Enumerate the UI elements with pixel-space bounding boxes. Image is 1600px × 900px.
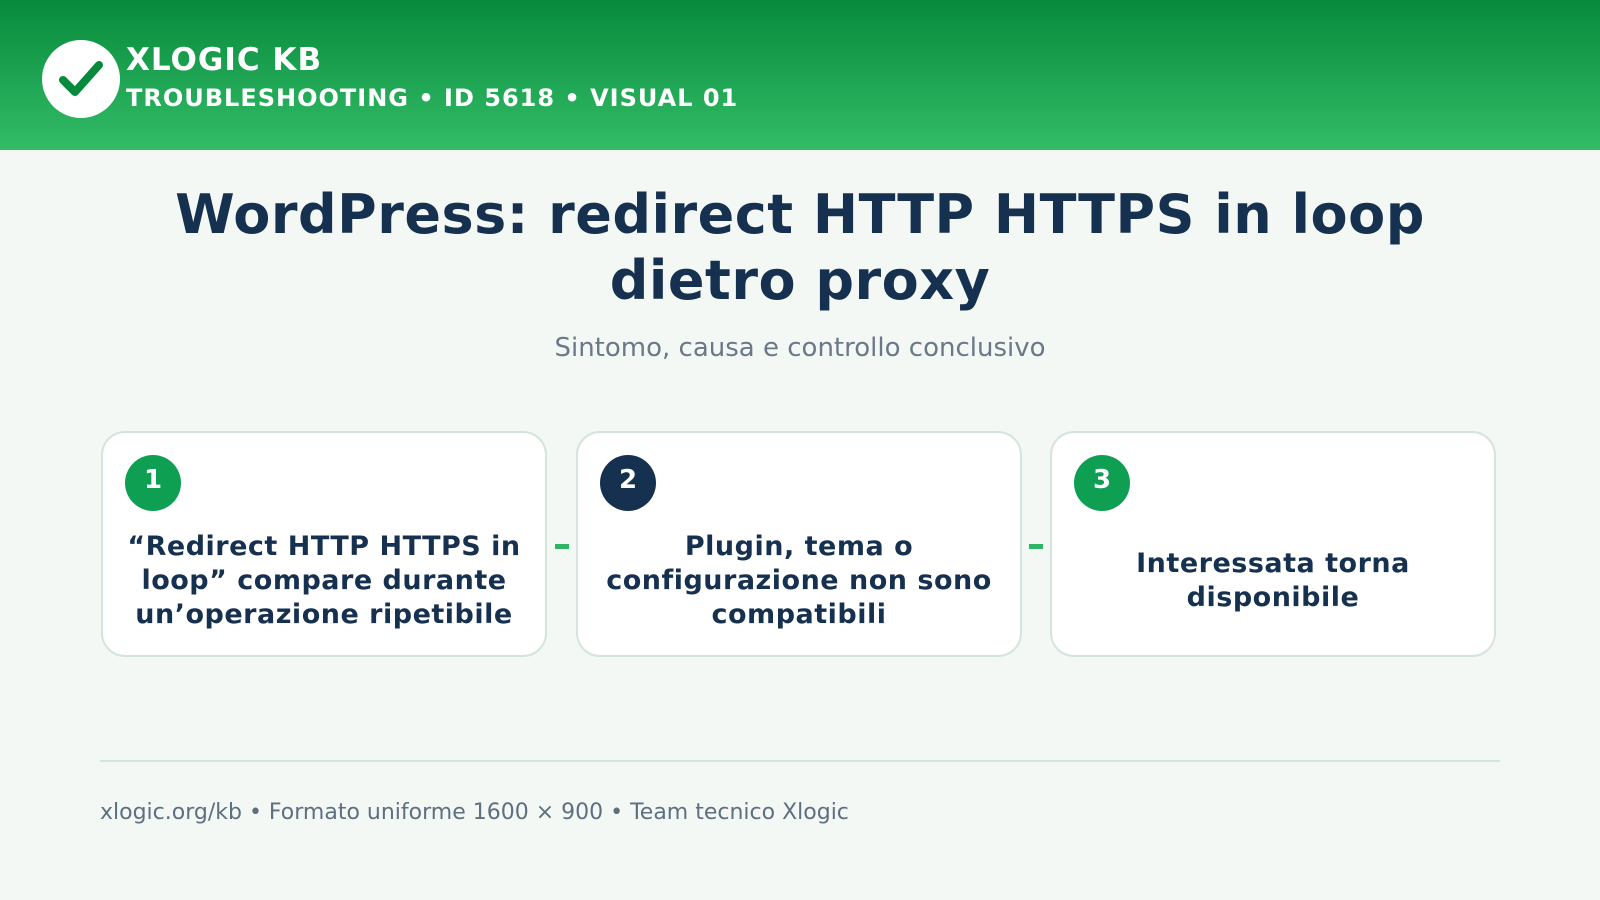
footer-text: xlogic.org/kb • Formato uniforme 1600 × …: [100, 800, 849, 825]
checkmark-icon: [59, 61, 103, 96]
step-card-3: 3 Interessata torna disponibile: [1050, 431, 1496, 657]
step-connector: [1029, 544, 1043, 549]
step-text: Interessata torna disponibile: [1136, 548, 1410, 613]
step-number-badge: 2: [600, 455, 656, 511]
page-subtitle: Sintomo, causa e controllo conclusivo: [554, 333, 1046, 363]
header-banner: XLOGIC KB TROUBLESHOOTING • ID 5618 • VI…: [0, 0, 1600, 150]
step-connector: [555, 544, 569, 549]
brand-subtitle: TROUBLESHOOTING • ID 5618 • VISUAL 01: [126, 84, 739, 112]
footer-divider: [100, 760, 1500, 762]
step-card-1: 1 “Redirect HTTP HTTPS in loop” compare …: [101, 431, 547, 657]
step-text: “Redirect HTTP HTTPS in loop” compare du…: [127, 531, 521, 630]
step-card-2: 2 Plugin, tema o configurazione non sono…: [576, 431, 1022, 657]
step-number-badge: 1: [125, 455, 181, 511]
page-title: WordPress: redirect HTTP HTTPS in loop d…: [175, 183, 1425, 312]
logo: [42, 40, 120, 118]
step-text: Plugin, tema o configurazione non sono c…: [606, 531, 992, 630]
step-number-badge: 3: [1074, 455, 1130, 511]
brand-name: XLOGIC KB: [126, 42, 323, 78]
